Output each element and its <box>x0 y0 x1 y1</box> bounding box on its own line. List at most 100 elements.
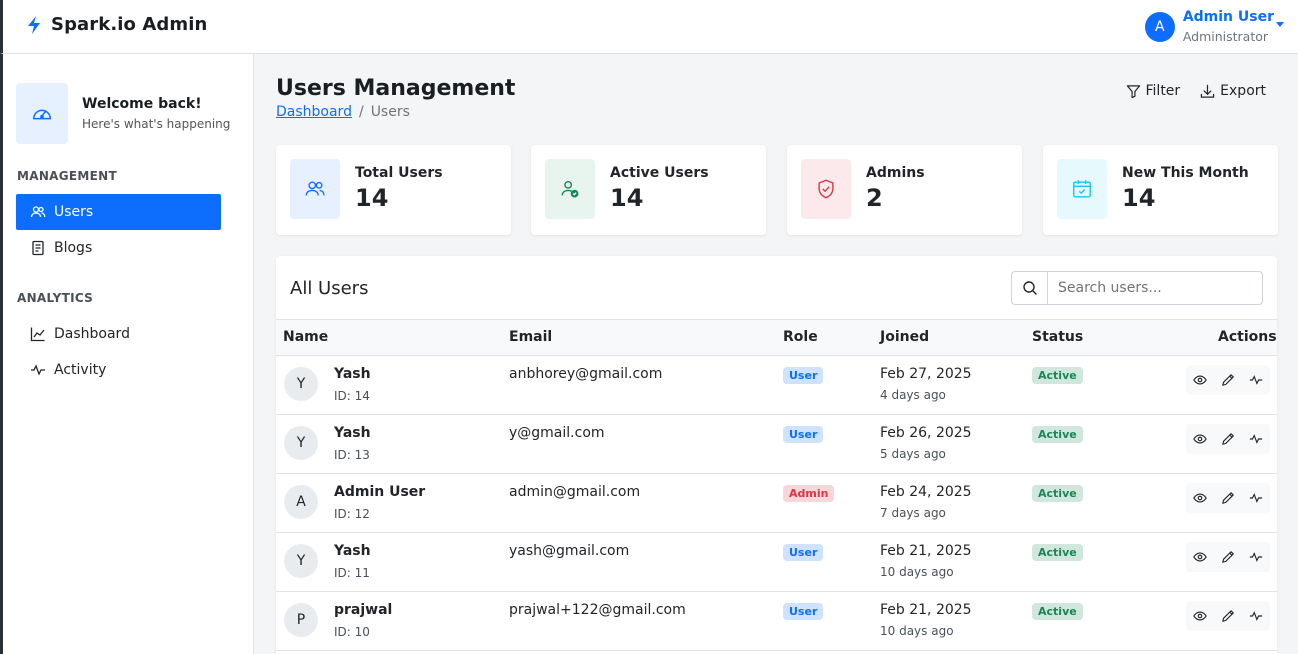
table-row: P prajwal ID: 10 prajwal+122@gmail.com U… <box>276 592 1277 651</box>
welcome-panel: Welcome back! Here's what's happening <box>16 83 230 144</box>
user-name: Yash <box>334 366 371 382</box>
search-group <box>1011 271 1263 305</box>
stat-card-new-this-month: New This Month 14 <box>1043 145 1278 235</box>
sidebar-item-users[interactable]: Users <box>16 194 221 230</box>
column-header-status[interactable]: Status <box>1032 329 1083 345</box>
joined-date: Feb 21, 2025 <box>880 602 972 618</box>
sidebar-item-blogs[interactable]: Blogs <box>16 230 221 266</box>
role-badge: User <box>783 544 824 561</box>
joined-date: Feb 24, 2025 <box>880 484 972 500</box>
row-actions <box>1186 424 1270 454</box>
user-email: anbhorey@gmail.com <box>509 366 663 382</box>
user-name: Yash <box>334 543 371 559</box>
table-row: Y Yash ID: 13 y@gmail.com User Feb 26, 2… <box>276 415 1277 474</box>
stat-value: 14 <box>1122 184 1156 212</box>
user-id: ID: 11 <box>334 566 370 580</box>
section-label-management: MANAGEMENT <box>17 169 117 183</box>
stat-card-admins: Admins 2 <box>787 145 1022 235</box>
table-row: Y Yash ID: 14 anbhorey@gmail.com User Fe… <box>276 356 1277 415</box>
user-email: admin@gmail.com <box>509 484 641 500</box>
avatar: Y <box>284 367 318 401</box>
welcome-subtitle: Here's what's happening <box>82 117 231 131</box>
status-badge: Active <box>1032 426 1083 443</box>
row-actions <box>1186 365 1270 395</box>
role-badge: Admin <box>783 485 835 502</box>
stat-label: New This Month <box>1122 165 1249 181</box>
users-icon <box>290 159 340 219</box>
table-header: Name Email Role Joined Status Actions <box>276 319 1277 356</box>
breadcrumb-current: Users <box>370 104 410 120</box>
stat-value: 14 <box>355 184 389 212</box>
joined-date: Feb 26, 2025 <box>880 425 972 441</box>
stat-label: Admins <box>866 165 925 181</box>
joined-relative: 5 days ago <box>880 447 946 461</box>
breadcrumb-link-dashboard[interactable]: Dashboard <box>276 104 352 120</box>
sidebar-item-label: Activity <box>54 362 107 378</box>
table-row: A Admin User ID: 12 admin@gmail.com Admi… <box>276 474 1277 533</box>
column-header-joined[interactable]: Joined <box>880 329 929 345</box>
eye-icon[interactable] <box>1193 432 1207 446</box>
user-check-icon <box>545 159 595 219</box>
filter-label: Filter <box>1145 83 1181 99</box>
role-badge: User <box>783 367 824 384</box>
pencil-icon[interactable] <box>1221 491 1235 505</box>
column-header-email[interactable]: Email <box>509 329 552 345</box>
brand-link[interactable]: Spark.io Admin <box>25 14 207 35</box>
brand-name: Spark.io Admin <box>51 14 208 35</box>
column-header-name[interactable]: Name <box>283 329 328 345</box>
pencil-icon[interactable] <box>1221 373 1235 387</box>
search-button[interactable] <box>1011 271 1048 305</box>
sidebar-item-dashboard[interactable]: Dashboard <box>16 316 221 352</box>
avatar: A <box>284 485 318 519</box>
pencil-icon[interactable] <box>1221 550 1235 564</box>
page-actions: Filter Export <box>1126 83 1266 99</box>
activity-icon[interactable] <box>1249 550 1263 564</box>
user-id: ID: 14 <box>334 389 370 403</box>
card-title: All Users <box>290 278 369 299</box>
joined-relative: 10 days ago <box>880 565 954 579</box>
users-table-card: All Users Name Email Role Joined Status … <box>276 256 1277 654</box>
pencil-icon[interactable] <box>1221 432 1235 446</box>
sidebar-item-activity[interactable]: Activity <box>16 352 221 388</box>
activity-icon[interactable] <box>1249 432 1263 446</box>
joined-relative: 7 days ago <box>880 506 946 520</box>
breadcrumb-separator: / <box>358 104 364 120</box>
joined-date: Feb 27, 2025 <box>880 366 972 382</box>
section-label-analytics: ANALYTICS <box>17 291 94 305</box>
role-badge: User <box>783 603 824 620</box>
user-email: yash@gmail.com <box>509 543 630 559</box>
status-badge: Active <box>1032 367 1083 384</box>
row-actions <box>1186 542 1270 572</box>
filter-button[interactable]: Filter <box>1126 83 1181 99</box>
table-row: Y Yash ID: 11 yash@gmail.com User Feb 21… <box>276 533 1277 592</box>
eye-icon[interactable] <box>1193 550 1207 564</box>
top-navbar: Spark.io Admin A Admin User Administrato… <box>0 0 1298 54</box>
search-input[interactable] <box>1048 271 1263 305</box>
sidebar-item-label: Users <box>54 204 94 220</box>
user-id: ID: 12 <box>334 507 370 521</box>
column-header-role[interactable]: Role <box>783 329 818 345</box>
eye-icon[interactable] <box>1193 491 1207 505</box>
sidebar-item-label: Dashboard <box>54 326 130 342</box>
stat-label: Active Users <box>610 165 709 181</box>
pencil-icon[interactable] <box>1221 609 1235 623</box>
eye-icon[interactable] <box>1193 373 1207 387</box>
user-menu-dropdown[interactable]: A Admin User Administrator <box>1144 8 1284 46</box>
column-header-actions: Actions <box>1218 329 1277 345</box>
export-label: Export <box>1220 83 1266 99</box>
activity-icon[interactable] <box>1249 491 1263 505</box>
row-actions <box>1186 601 1270 631</box>
welcome-title: Welcome back! <box>82 96 202 112</box>
joined-relative: 4 days ago <box>880 388 946 402</box>
activity-icon[interactable] <box>1249 609 1263 623</box>
main-content: Users Management Dashboard / Users Filte… <box>254 54 1298 654</box>
avatar: P <box>284 603 318 637</box>
chevron-down-icon <box>1276 22 1284 27</box>
eye-icon[interactable] <box>1193 609 1207 623</box>
avatar: Y <box>284 426 318 460</box>
stat-value: 14 <box>610 184 644 212</box>
breadcrumb: Dashboard / Users <box>276 104 410 120</box>
activity-icon[interactable] <box>1249 373 1263 387</box>
export-button[interactable]: Export <box>1200 83 1266 99</box>
stat-value: 2 <box>866 184 883 212</box>
